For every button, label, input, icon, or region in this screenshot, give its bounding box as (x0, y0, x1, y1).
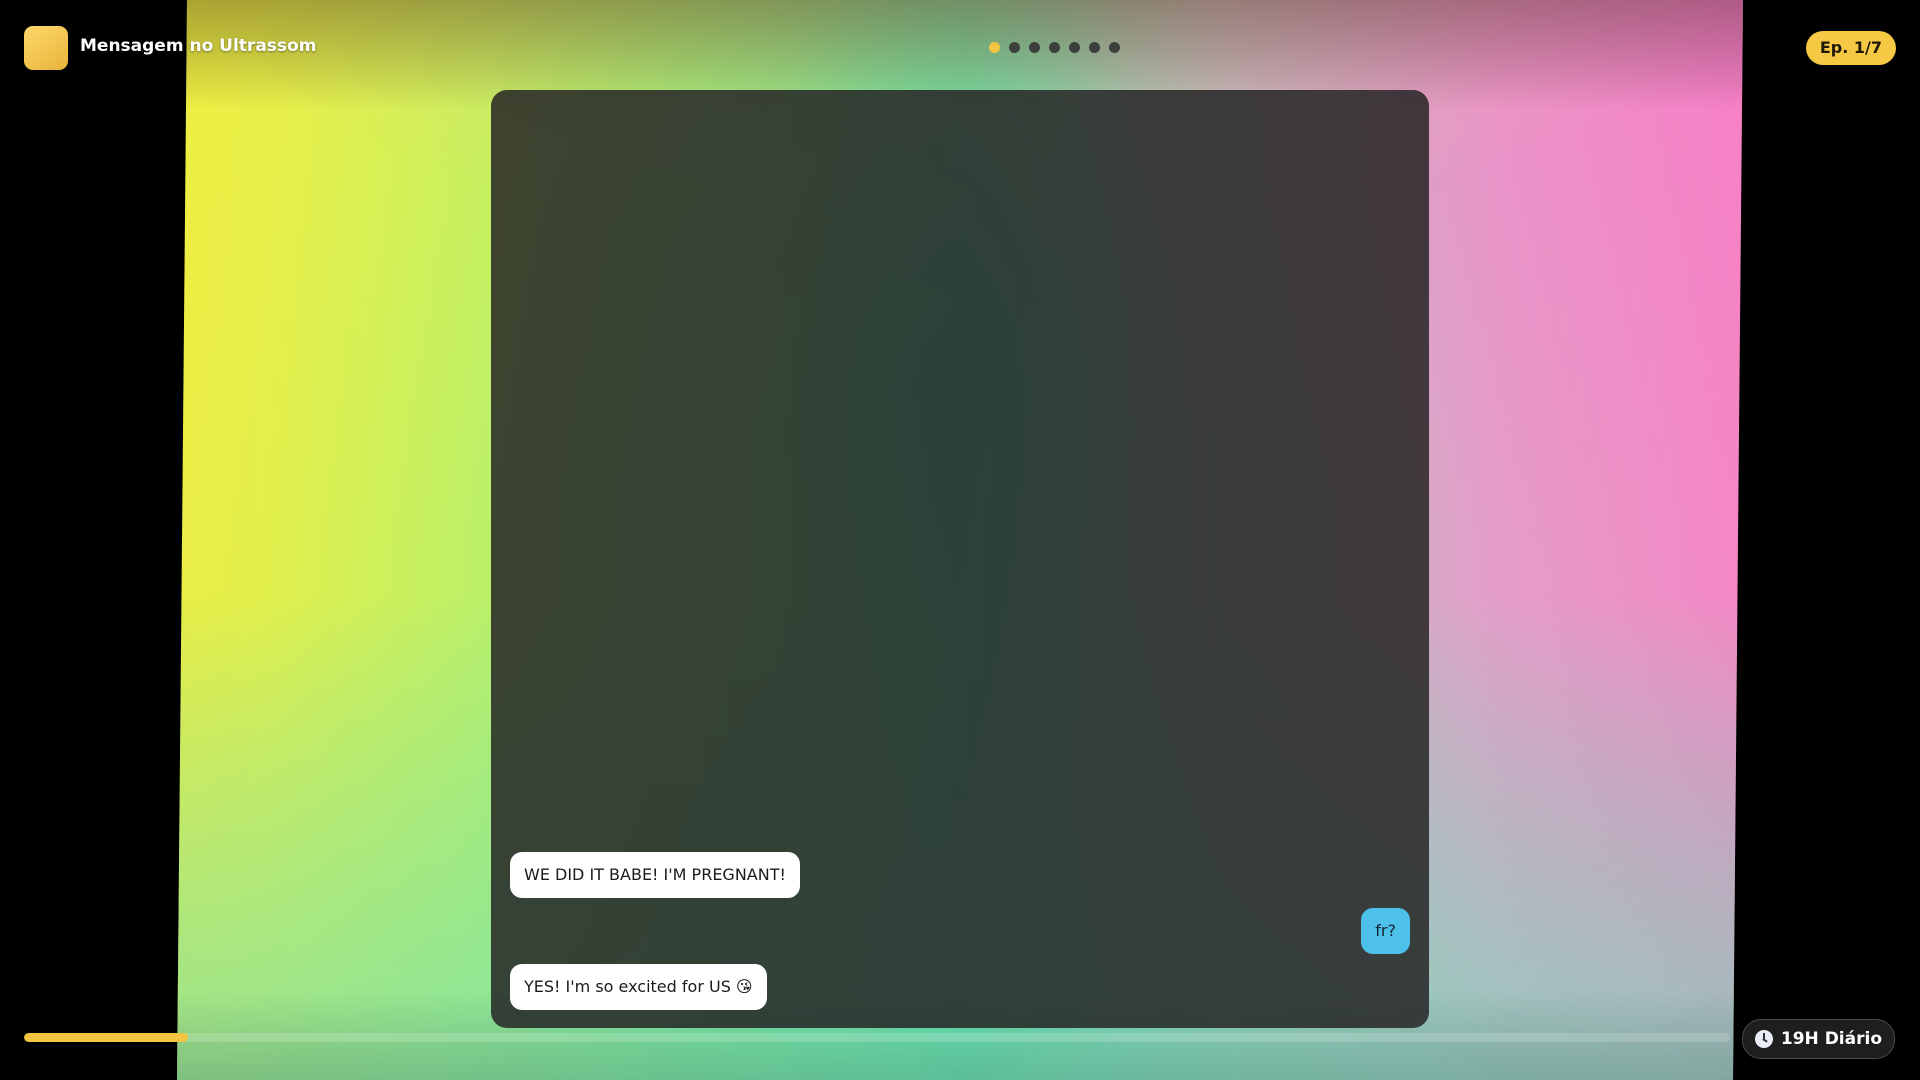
pagination-dot-7[interactable] (1109, 42, 1120, 53)
pagination-dot-3[interactable] (1029, 42, 1040, 53)
episode-progress-bar[interactable] (24, 1033, 1730, 1042)
pagination-dot-2[interactable] (1009, 42, 1020, 53)
app-logo-icon[interactable] (24, 26, 68, 70)
pagination-dot-6[interactable] (1089, 42, 1100, 53)
chat-message-received: WE DID IT BABE! I'M PREGNANT! (510, 852, 800, 898)
schedule-label: 19H Diário (1780, 1029, 1882, 1049)
episode-pagination (989, 42, 1120, 53)
episode-title: Mensagem no Ultrassom (80, 36, 317, 56)
pagination-dot-5[interactable] (1069, 42, 1080, 53)
progress-fill (24, 1033, 188, 1042)
clock-icon (1754, 1030, 1773, 1048)
episode-player: Mensagem no Ultrassom Ep. 1/7 WE DID IT … (0, 0, 1920, 1080)
chat-panel: WE DID IT BABE! I'M PREGNANT! fr? YES! I… (491, 90, 1429, 1028)
episode-badge: Ep. 1/7 (1805, 31, 1896, 65)
chat-message-sent: fr? (1361, 908, 1410, 954)
pagination-dot-4[interactable] (1049, 42, 1060, 53)
schedule-badge: 19H Diário (1741, 1019, 1895, 1059)
pagination-dot-1[interactable] (989, 42, 1000, 53)
chat-message-received: YES! I'm so excited for US 😘 (510, 964, 767, 1010)
